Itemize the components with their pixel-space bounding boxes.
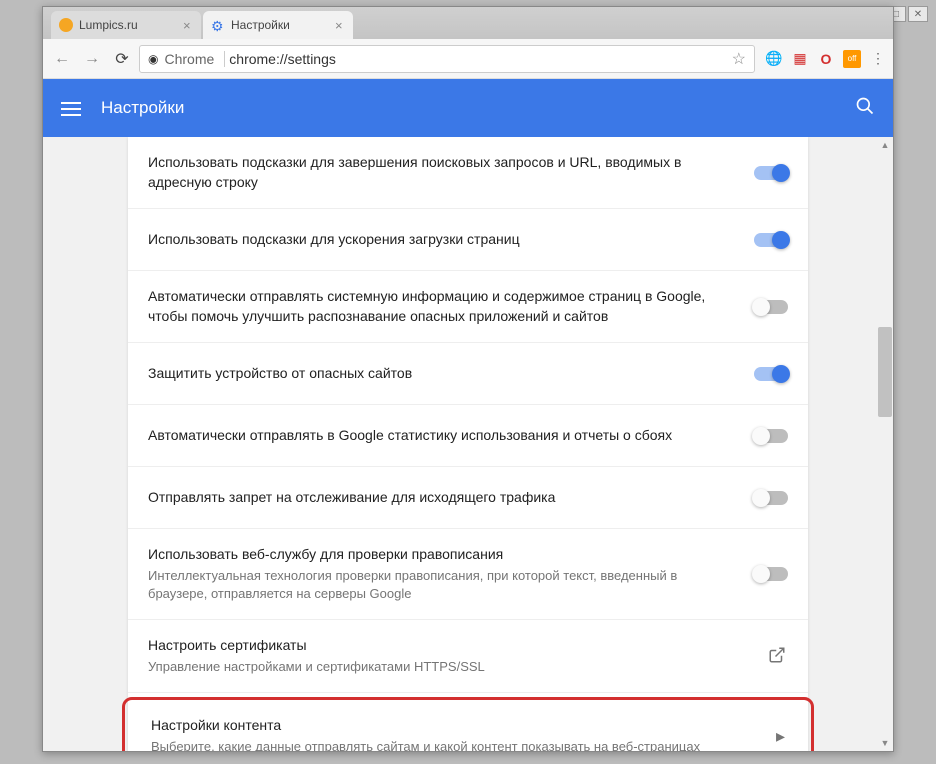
setting-title: Автоматически отправлять системную инфор… <box>148 287 738 326</box>
toggle-switch[interactable] <box>754 367 788 381</box>
setting-title: Использовать веб-службу для проверки пра… <box>148 545 738 565</box>
setting-title: Защитить устройство от опасных сайтов <box>148 364 738 384</box>
globe-extension-icon[interactable]: 🌐 <box>765 50 783 68</box>
toolbar: ← → ⟳ ◉ Chrome chrome://settings ☆ 🌐 ▦ O… <box>43 39 893 79</box>
settings-header: Настройки <box>43 79 893 137</box>
settings-body[interactable]: Использовать подсказки для завершения по… <box>43 137 893 751</box>
reload-button[interactable]: ⟳ <box>109 46 135 72</box>
address-bar[interactable]: ◉ Chrome chrome://settings ☆ <box>139 45 755 73</box>
setting-text: Настроить сертификаты Управление настройк… <box>148 636 768 676</box>
settings-favicon-icon: ⚙ <box>211 18 225 32</box>
settings-panel: Использовать подсказки для завершения по… <box>128 137 808 751</box>
tab-label: Lumpics.ru <box>79 18 183 32</box>
setting-subtitle: Управление настройками и сертификатами H… <box>148 658 752 676</box>
toggle-switch[interactable] <box>754 166 788 180</box>
forward-button: → <box>79 46 105 72</box>
setting-safe-browsing: Защитить устройство от опасных сайтов <box>128 343 808 405</box>
setting-title: Настройки контента <box>151 716 760 736</box>
toggle-switch[interactable] <box>754 429 788 443</box>
setting-text: Использовать веб-службу для проверки пра… <box>148 545 754 603</box>
setting-title: Автоматически отправлять в Google статис… <box>148 426 738 446</box>
external-link-icon <box>768 646 788 666</box>
tab-0[interactable]: Lumpics.ru× <box>51 11 201 39</box>
tab-label: Настройки <box>231 18 335 32</box>
chrome-favicon-icon: ◉ <box>148 52 158 66</box>
menu-button[interactable]: ⋮ <box>869 50 887 68</box>
scrollbar-thumb[interactable] <box>878 327 892 417</box>
setting-text: Защитить устройство от опасных сайтов <box>148 364 754 384</box>
omnibox-url: chrome://settings <box>229 51 731 67</box>
setting-spellcheck: Использовать веб-службу для проверки пра… <box>128 529 808 620</box>
setting-text: Автоматически отправлять в Google статис… <box>148 426 754 446</box>
highlight-annotation: Настройки контента Выберите, какие данные… <box>122 697 814 751</box>
back-button[interactable]: ← <box>49 46 75 72</box>
tab-1[interactable]: ⚙ Настройки× <box>203 11 353 39</box>
setting-content[interactable]: Настройки контента Выберите, какие данные… <box>131 700 805 751</box>
setting-text: Автоматически отправлять системную инфор… <box>148 287 754 326</box>
setting-subtitle: Выберите, какие данные отправлять сайтам… <box>151 738 760 751</box>
setting-text: Отправлять запрет на отслеживание для ис… <box>148 488 754 508</box>
tab-close-icon[interactable]: × <box>335 18 345 33</box>
tab-strip: Lumpics.ru×⚙Настройки× <box>43 7 893 39</box>
setting-send-system-info: Автоматически отправлять системную инфор… <box>128 271 808 343</box>
toggle-switch[interactable] <box>754 233 788 247</box>
setting-do-not-track: Отправлять запрет на отслеживание для ис… <box>128 467 808 529</box>
scrollbar-up-button[interactable]: ▲ <box>877 137 893 153</box>
hamburger-menu-icon[interactable] <box>61 98 81 118</box>
search-icon[interactable] <box>855 96 875 121</box>
opera-extension-icon[interactable]: O <box>817 50 835 68</box>
bookmark-star-icon[interactable]: ☆ <box>732 49 746 69</box>
box-extension-icon[interactable]: ▦ <box>791 50 809 68</box>
browser-window: Lumpics.ru×⚙Настройки× ← → ⟳ ◉ Chrome ch… <box>42 6 894 752</box>
scrollbar-down-button[interactable]: ▼ <box>877 735 893 751</box>
toggle-switch[interactable] <box>754 567 788 581</box>
setting-title: Отправлять запрет на отслеживание для ис… <box>148 488 738 508</box>
setting-title: Использовать подсказки для ускорения заг… <box>148 230 738 250</box>
setting-title: Использовать подсказки для завершения по… <box>148 153 738 192</box>
setting-text: Использовать подсказки для ускорения заг… <box>148 230 754 250</box>
extension-icons: 🌐 ▦ O off ⋮ <box>765 50 887 68</box>
setting-suggestions: Использовать подсказки для завершения по… <box>128 137 808 209</box>
lumpics-favicon-icon <box>59 18 73 32</box>
page-title: Настройки <box>101 98 855 118</box>
setting-text: Настройки контента Выберите, какие данные… <box>151 716 776 751</box>
setting-preload: Использовать подсказки для ускорения заг… <box>128 209 808 271</box>
omnibox-divider <box>224 51 225 67</box>
titlebar-close-button[interactable]: ✕ <box>908 6 928 22</box>
toggle-switch[interactable] <box>754 491 788 505</box>
omnibox-origin-label: Chrome <box>164 51 214 67</box>
tab-close-icon[interactable]: × <box>183 18 193 33</box>
setting-subtitle: Интеллектуальная технология проверки пра… <box>148 567 738 603</box>
setting-title: Настроить сертификаты <box>148 636 752 656</box>
setting-usage-stats: Автоматически отправлять в Google статис… <box>128 405 808 467</box>
off-extension-icon[interactable]: off <box>843 50 861 68</box>
chevron-right-icon: ▸ <box>776 726 785 747</box>
setting-certificates[interactable]: Настроить сертификаты Управление настройк… <box>128 620 808 693</box>
toggle-switch[interactable] <box>754 300 788 314</box>
setting-text: Использовать подсказки для завершения по… <box>148 153 754 192</box>
content-area: Настройки Использовать подсказки для зав… <box>43 79 893 751</box>
